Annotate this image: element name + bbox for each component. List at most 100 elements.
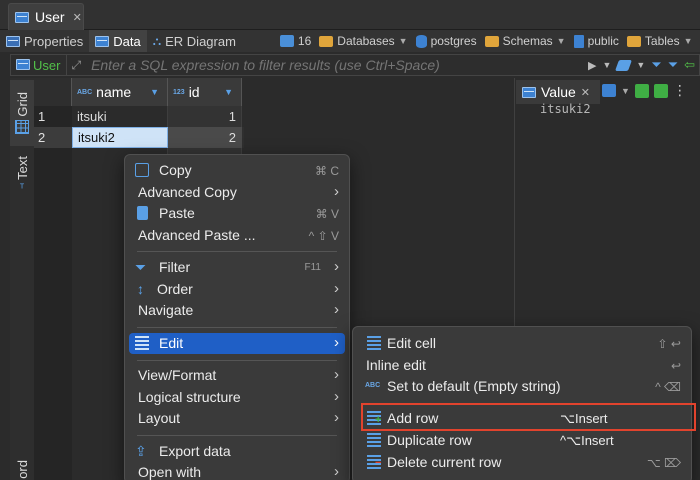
menu-item-logical-structure[interactable]: Logical structure ›	[129, 387, 345, 408]
menu-item-inline-edit[interactable]: Inline edit ↩	[357, 355, 687, 376]
menu-item-paste[interactable]: Paste ⌘ V	[129, 203, 345, 224]
breadcrumb-postgres[interactable]: postgres	[412, 30, 481, 52]
text-icon: ᵀ	[19, 182, 25, 194]
format-icon[interactable]	[602, 84, 616, 97]
more-options-icon[interactable]: ⋮	[673, 82, 687, 99]
folder-icon	[626, 35, 641, 47]
menu-item-edit[interactable]: Edit ›	[129, 333, 345, 354]
chevron-right-icon: ›	[334, 301, 339, 318]
chevron-right-icon: ›	[334, 334, 339, 351]
breadcrumb-connection[interactable]: 16	[276, 30, 315, 52]
sort-dropdown-icon[interactable]: ▼	[224, 87, 233, 97]
row-number: 1	[38, 109, 46, 124]
filter-bar: User ⤢ ▶ ▼ ▼ ⏷ ⏷ ⇦	[10, 54, 700, 76]
grid-header: ABC name ▼ 123 id ▼	[34, 78, 244, 106]
row-number-header	[34, 78, 72, 106]
tab-properties[interactable]: Properties	[0, 30, 89, 52]
menu-item-copy[interactable]: Copy ⌘ C	[129, 160, 345, 181]
menu-item-open-with[interactable]: Open with ›	[129, 462, 345, 480]
export-icon: ⇪	[135, 443, 147, 459]
chevron-down-icon: ▼	[398, 36, 408, 46]
column-header-name[interactable]: ABC name ▼	[72, 78, 168, 106]
cell-id[interactable]: 2	[168, 127, 242, 148]
table-icon	[16, 59, 30, 70]
filter-input[interactable]	[85, 55, 536, 75]
subtab-toolbar: Properties Data ⛬ ER Diagram 16 Database…	[0, 30, 700, 52]
database-icon	[415, 34, 427, 48]
side-tab-grid[interactable]: Grid	[10, 80, 34, 146]
chevron-right-icon: ›	[334, 463, 339, 480]
filter-icon[interactable]: ⏷	[651, 57, 661, 73]
apply-filter-icon[interactable]: ▶	[588, 59, 596, 72]
breadcrumb-schemas[interactable]: Schemas ▼	[481, 30, 570, 52]
editor-tab-user[interactable]: User ✕	[8, 3, 84, 30]
chevron-down-icon[interactable]: ▼	[636, 60, 645, 70]
value-panel-tab[interactable]: Value ✕	[516, 80, 600, 104]
breadcrumb-databases[interactable]: Databases ▼	[315, 30, 411, 52]
history-dropdown-icon[interactable]: ▼	[602, 60, 611, 70]
table-row[interactable]: 2 itsuki2 2	[34, 127, 244, 148]
folder-icon	[319, 35, 334, 47]
row-number: 2	[34, 127, 72, 148]
properties-icon	[6, 35, 20, 47]
table-row[interactable]: 1 itsuki 1	[34, 106, 244, 127]
menu-item-set-default[interactable]: ABC Set to default (Empty string) ^ ⌫	[357, 376, 687, 397]
side-tab-strip: Grid Text ᵀ ord	[10, 78, 34, 480]
number-type-icon: 123	[173, 88, 185, 96]
edit-icon	[135, 336, 149, 350]
column-header-id[interactable]: 123 id ▼	[168, 78, 242, 106]
menu-item-duplicate-row[interactable]: Duplicate row ^⌥Insert	[357, 430, 687, 451]
cell-id[interactable]: 1	[168, 106, 242, 127]
menu-item-layout[interactable]: Layout ›	[129, 408, 345, 429]
filter-table-label: User	[11, 55, 68, 75]
menu-separator	[137, 360, 337, 361]
menu-item-filter[interactable]: ⏷ Filter F11 ›	[129, 257, 345, 278]
table-icon	[15, 11, 29, 23]
side-tab-text[interactable]: Text ᵀ	[10, 150, 34, 200]
duplicate-row-icon	[367, 433, 381, 447]
value-panel-title: Value	[541, 84, 576, 100]
filter-icon: ⏷	[135, 259, 147, 275]
breadcrumb-tables[interactable]: Tables ▼	[623, 30, 697, 52]
editor-tab-bar	[0, 0, 700, 30]
folder-icon	[484, 35, 499, 47]
grid-icon	[15, 120, 29, 135]
chevron-right-icon: ›	[334, 258, 339, 275]
tab-er-diagram[interactable]: ⛬ ER Diagram	[147, 30, 242, 52]
menu-item-advanced-copy[interactable]: Advanced Copy ›	[129, 182, 345, 203]
tab-data[interactable]: Data	[89, 30, 147, 52]
menu-item-navigate[interactable]: Navigate ›	[129, 300, 345, 321]
save-to-file-icon[interactable]	[653, 83, 668, 98]
breadcrumb-public[interactable]: public	[570, 30, 623, 52]
menu-item-edit-cell[interactable]: Edit cell ⇧ ↩	[357, 333, 687, 354]
menu-item-view-format[interactable]: View/Format ›	[129, 365, 345, 386]
sort-icon: ↕	[137, 281, 144, 297]
save-icon[interactable]	[634, 83, 649, 98]
chevron-right-icon: ›	[334, 280, 339, 297]
chevron-down-icon: ▼	[683, 36, 693, 46]
menu-item-delete-row[interactable]: − Delete current row ⌥ ⌦	[357, 452, 687, 473]
close-icon[interactable]: ✕	[581, 86, 590, 99]
cell-name[interactable]: itsuki	[72, 106, 168, 127]
chevron-right-icon: ›	[334, 388, 339, 405]
text-type-icon: ABC	[365, 382, 381, 389]
paste-icon	[137, 206, 148, 220]
value-panel-content: itsuki2	[540, 102, 591, 116]
copy-icon	[135, 163, 149, 177]
menu-item-export-data[interactable]: ⇪ Export data	[129, 441, 345, 462]
chevron-right-icon: ›	[334, 366, 339, 383]
back-arrow-icon[interactable]: ⇦	[684, 57, 695, 73]
side-tab-record[interactable]: ord	[10, 458, 34, 480]
filter-settings-icon[interactable]: ⏷	[668, 57, 678, 73]
minus-icon: −	[375, 457, 382, 469]
eraser-icon[interactable]	[615, 59, 633, 71]
cell-name-selected[interactable]: itsuki2	[72, 127, 168, 148]
close-icon[interactable]: ✕	[73, 11, 82, 24]
sort-dropdown-icon[interactable]: ▼	[150, 87, 159, 97]
expand-icon[interactable]: ⤢	[67, 58, 85, 73]
highlight-box	[361, 403, 696, 431]
chevron-down-icon[interactable]: ▼	[621, 86, 630, 96]
menu-item-order[interactable]: ↕ Order ›	[129, 279, 345, 300]
menu-item-advanced-paste[interactable]: Advanced Paste ... ^ ⇧ V	[129, 225, 345, 246]
menu-separator	[137, 435, 337, 436]
